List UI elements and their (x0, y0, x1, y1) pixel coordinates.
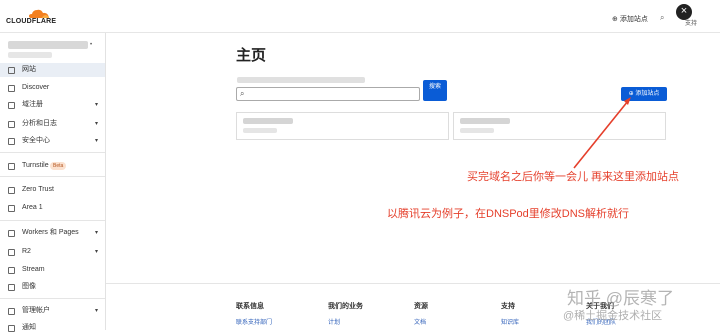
footer-heading: 支持 (501, 303, 515, 310)
footer-heading: 资源 (414, 303, 428, 310)
annotation-text: 买完域名之后你等一会儿 再来这里添加站点 (467, 171, 680, 183)
footer-link[interactable]: 计划 (328, 317, 363, 326)
footer-column: 资源 文档 (414, 301, 428, 326)
watermark: 知乎 @辰寒了 (567, 289, 674, 308)
footer-column: 联系信息联系支持部门 (236, 301, 272, 326)
footer-column: 我们的业务 计划 (328, 301, 363, 326)
footer-heading: 我们的业务 (328, 303, 363, 310)
annotation-text: 以腾讯云为例子，在DNSPod里修改DNS解析就行 (387, 208, 630, 220)
footer-link[interactable]: 联系支持部门 (236, 317, 272, 326)
footer-link[interactable]: 文档 (414, 317, 428, 326)
footer-heading: 联系信息 (236, 303, 264, 310)
annotation-arrow (573, 97, 631, 169)
footer-link[interactable]: 知识库 (501, 317, 519, 326)
watermark: @稀土掘金技术社区 (563, 310, 663, 322)
footer-column: 支持 知识库 (501, 301, 519, 326)
